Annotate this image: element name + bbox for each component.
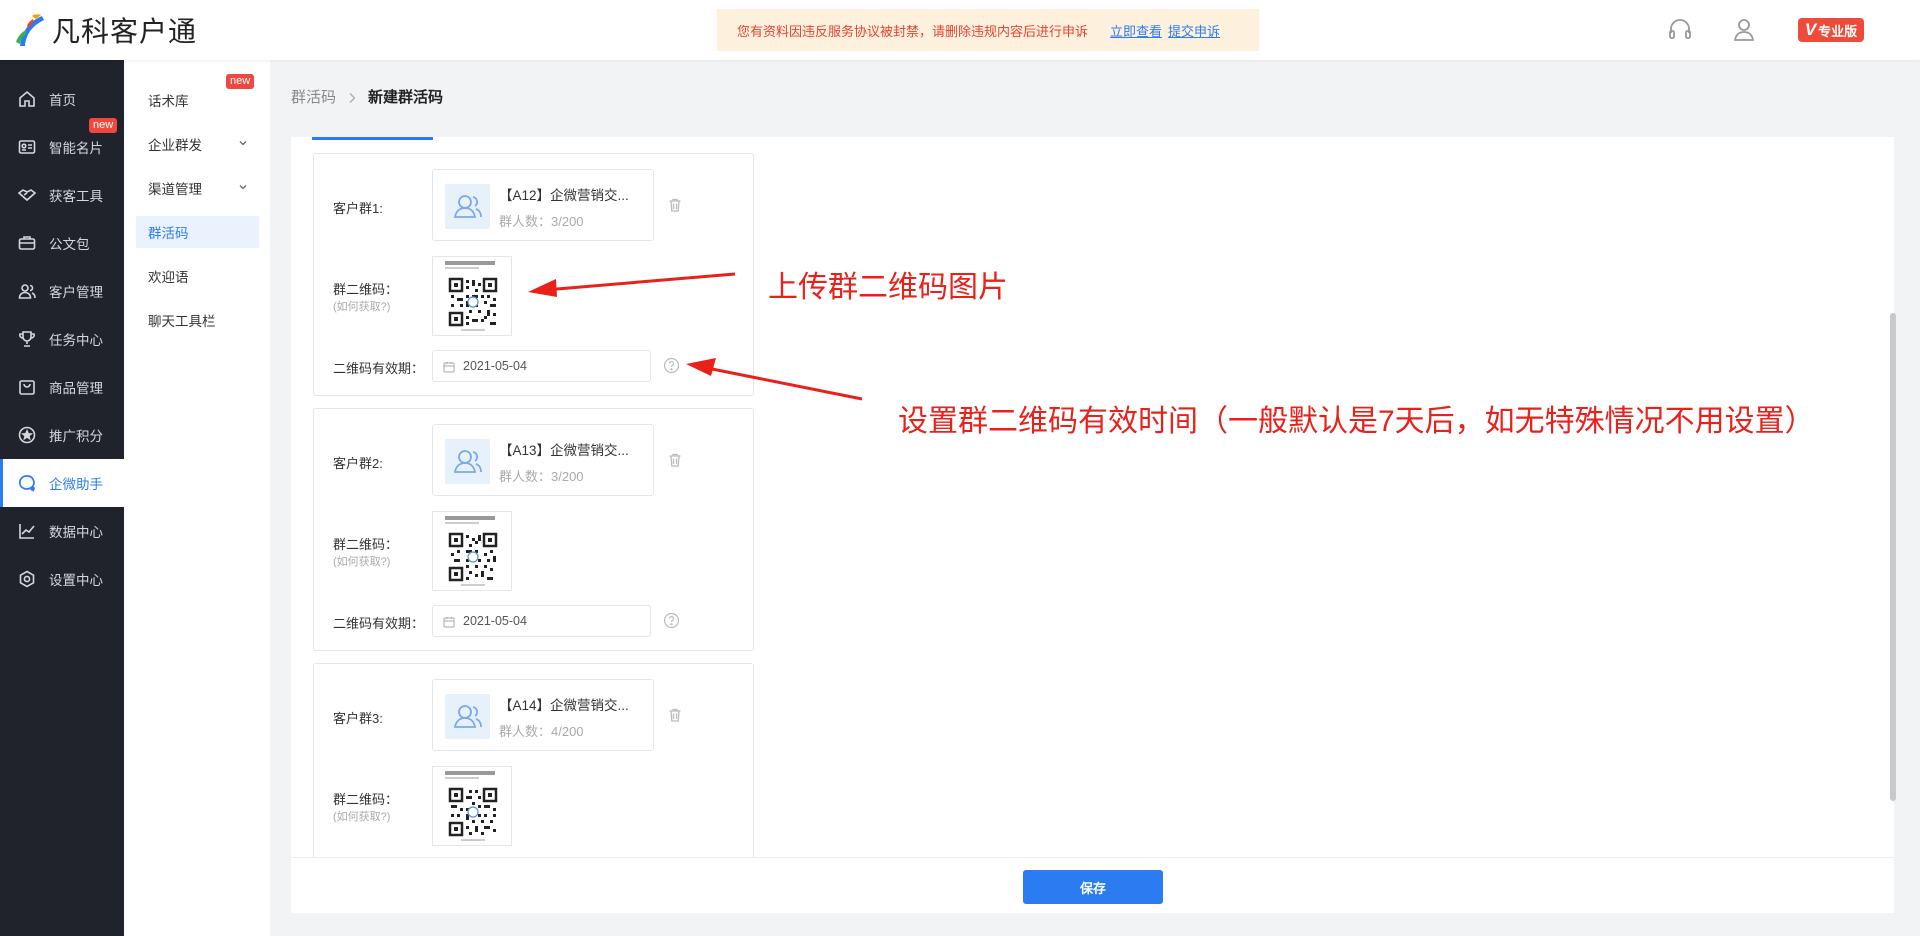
- pro-edition-badge[interactable]: V 专业版: [1798, 18, 1864, 42]
- validity-arrow: [686, 358, 863, 401]
- view-now-link[interactable]: 立即查看: [1110, 21, 1162, 40]
- top-bar: 凡科客户通 您有资料因违反服务协议被封禁，请删除违规内容后进行申诉 立即查看 提…: [0, 0, 1920, 60]
- notice-text: 您有资料因违反服务协议被封禁，请删除违规内容后进行申诉: [737, 23, 1089, 39]
- app-title: 凡科客户通: [52, 16, 198, 47]
- app-logo[interactable]: 凡科客户通: [14, 10, 197, 50]
- upload-annotation: 上传群二维码图片: [768, 271, 1008, 304]
- upload-arrow: [528, 272, 736, 297]
- annotation-arrows: [528, 272, 863, 401]
- headset-icon[interactable]: [1666, 16, 1694, 44]
- submit-appeal-link[interactable]: 提交申诉: [1168, 21, 1220, 40]
- violation-notice: 您有资料因违反服务协议被封禁，请删除违规内容后进行申诉 立即查看 提交申诉: [717, 9, 1259, 51]
- validity-annotation: 设置群二维码有效时间（一般默认是7天后，如无特殊情况不用设置）: [898, 405, 1815, 438]
- user-icon[interactable]: [1730, 16, 1758, 44]
- logo-mark-icon: [14, 12, 50, 48]
